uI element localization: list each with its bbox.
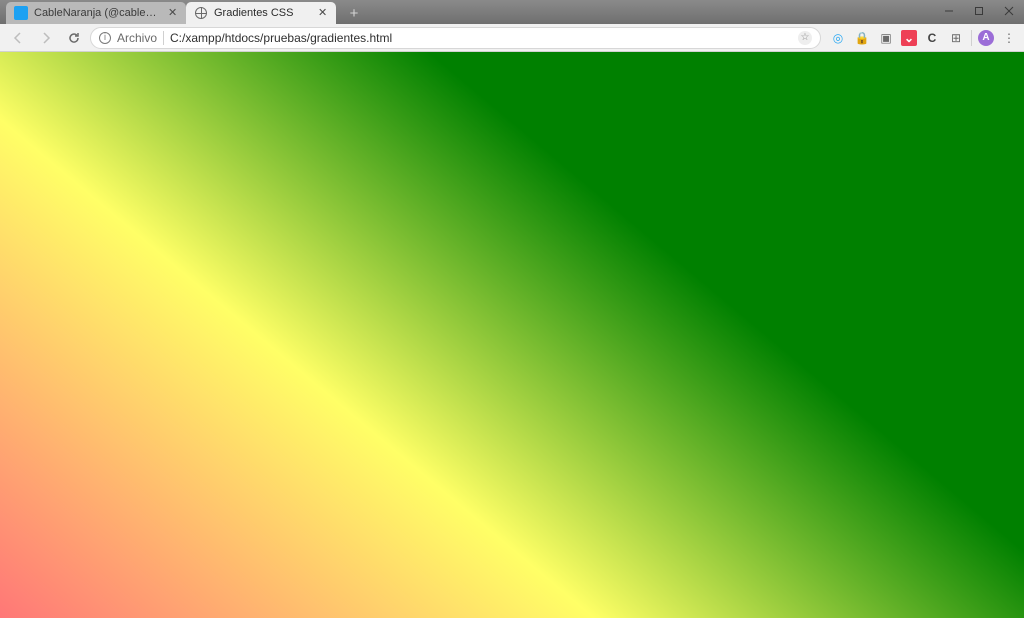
url-scheme-label: Archivo: [117, 31, 157, 45]
lock-icon[interactable]: 🔒: [853, 29, 871, 47]
bookmark-star-icon[interactable]: ☆: [798, 31, 812, 45]
page-content-gradient: [0, 52, 1024, 618]
maximize-button[interactable]: [964, 0, 994, 22]
tab-inactive-cablenaranja[interactable]: CableNaranja (@cablenaranja7) / ✕: [6, 2, 186, 24]
browser-titlebar: CableNaranja (@cablenaranja7) / ✕ Gradie…: [0, 0, 1024, 24]
idm-icon[interactable]: ◎: [829, 29, 847, 47]
minimize-button[interactable]: [934, 0, 964, 22]
pocket-icon[interactable]: ⌄: [901, 30, 917, 46]
tab-strip: CableNaranja (@cablenaranja7) / ✕ Gradie…: [0, 0, 364, 24]
globe-icon: [194, 6, 208, 20]
new-tab-button[interactable]: +: [344, 4, 364, 22]
reload-button[interactable]: [62, 26, 86, 50]
browser-toolbar: i Archivo C:/xampp/htdocs/pruebas/gradie…: [0, 24, 1024, 52]
separator: [971, 30, 972, 46]
tab-label: Gradientes CSS: [214, 7, 312, 19]
extension-icons: ◎ 🔒 ▣ ⌄ C ⊞ A ⋮: [825, 29, 1018, 47]
address-bar[interactable]: i Archivo C:/xampp/htdocs/pruebas/gradie…: [90, 27, 821, 49]
window-controls: [934, 0, 1024, 22]
close-icon[interactable]: ✕: [318, 8, 328, 18]
url-text: C:/xampp/htdocs/pruebas/gradientes.html: [170, 31, 792, 45]
tab-active-gradientes[interactable]: Gradientes CSS ✕: [186, 2, 336, 24]
site-info-icon[interactable]: i: [99, 32, 111, 44]
twitter-icon: [14, 6, 28, 20]
close-window-button[interactable]: [994, 0, 1024, 22]
separator: [163, 31, 164, 45]
c-icon[interactable]: C: [923, 29, 941, 47]
more-menu-icon[interactable]: ⋮: [1000, 29, 1018, 47]
cast-icon[interactable]: ▣: [877, 29, 895, 47]
close-icon[interactable]: ✕: [168, 8, 178, 18]
back-button[interactable]: [6, 26, 30, 50]
grid-icon[interactable]: ⊞: [947, 29, 965, 47]
forward-button[interactable]: [34, 26, 58, 50]
profile-avatar[interactable]: A: [978, 30, 994, 46]
tab-label: CableNaranja (@cablenaranja7) /: [34, 7, 162, 19]
